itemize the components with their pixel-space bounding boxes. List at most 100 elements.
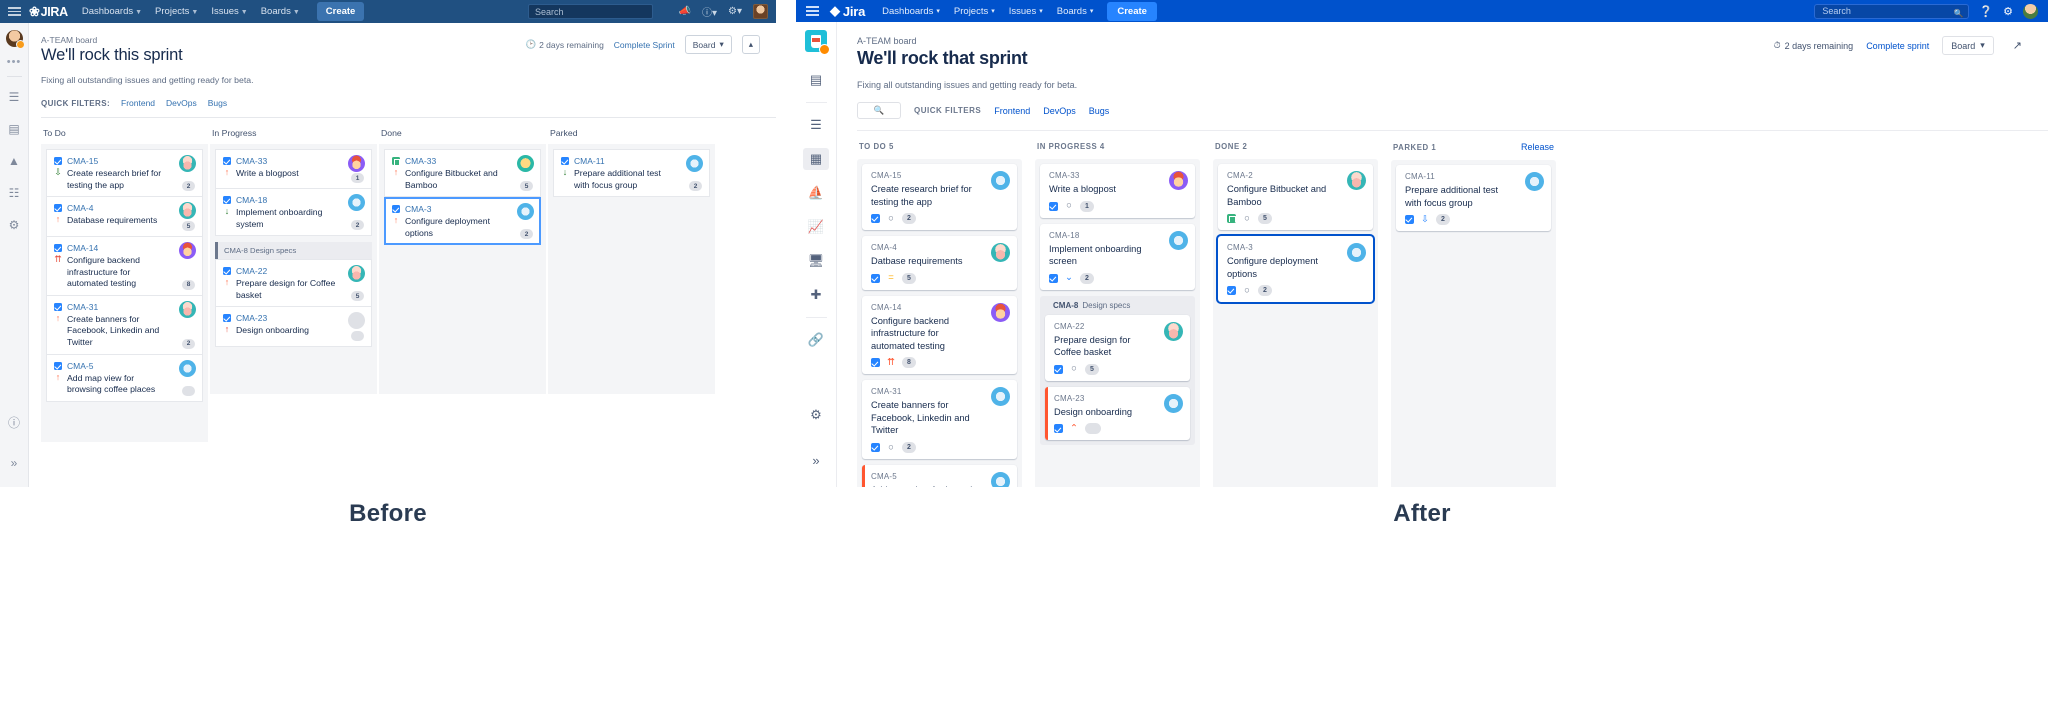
sidebar-item-pages[interactable]: 🖥 xyxy=(803,250,829,272)
issue-key[interactable]: CMA-18 xyxy=(223,195,364,205)
backlog-icon[interactable]: ☰ xyxy=(9,90,20,104)
column-body[interactable]: CMA-15 Create research brief for testing… xyxy=(857,159,1022,487)
help-icon[interactable]: ❔ xyxy=(1979,5,1993,18)
assignee-avatar[interactable] xyxy=(179,242,196,260)
complete-sprint-link[interactable]: Complete sprint xyxy=(1866,41,1929,51)
epic-header[interactable]: CMA-8 Design specs xyxy=(1045,295,1190,315)
sidebar-item-releases[interactable]: ⛵ xyxy=(803,182,829,204)
board-button[interactable]: Board ▾ xyxy=(684,35,732,54)
pages-icon[interactable]: ☷ xyxy=(9,186,20,200)
card-cma-22[interactable]: CMA-22 Prepare design for Coffee basket … xyxy=(1045,314,1190,381)
gear-icon[interactable]: ⚙▾ xyxy=(728,6,742,17)
expand-icon[interactable]: » xyxy=(803,450,829,471)
assignee-avatar[interactable] xyxy=(348,194,365,211)
card-cma-3[interactable]: CMA-3 ↑ Configure deployment options 2 xyxy=(384,197,541,246)
column-body[interactable]: CMA-11 Prepare additional test with focu… xyxy=(1391,160,1556,487)
issue-key[interactable]: CMA-22 xyxy=(223,266,364,276)
card-cma-22[interactable]: CMA-22 ↑ Prepare design for Coffee basket… xyxy=(215,259,372,308)
avatar[interactable] xyxy=(753,4,768,19)
card-cma-15[interactable]: CMA-15 ⇩ Create research brief for testin… xyxy=(46,149,203,198)
assignee-avatar[interactable] xyxy=(686,155,703,172)
column-body[interactable]: CMA-33 ↑ Write a blogpost 1 CMA-18 ↓ Imple… xyxy=(210,144,377,394)
issue-key[interactable]: CMA-23 xyxy=(223,313,364,323)
assignee-avatar[interactable] xyxy=(1169,171,1188,190)
nav-projects[interactable]: Projects ▾ xyxy=(954,6,995,17)
board-icon[interactable]: ▤ xyxy=(8,122,19,136)
nav-boards[interactable]: Boards ▼ xyxy=(261,6,300,17)
card-cma-14[interactable]: CMA-14 ⇈ Configure backend infrastructure… xyxy=(46,237,203,296)
jira-logo[interactable]: ◆ Jira xyxy=(830,3,865,19)
help-icon[interactable]: ⓘ▾ xyxy=(702,4,717,19)
issue-key[interactable]: CMA-14 xyxy=(54,243,195,253)
nav-dashboards[interactable]: Dashboards ▼ xyxy=(82,6,142,17)
issue-key[interactable]: CMA-3 xyxy=(392,204,533,214)
card-cma-11[interactable]: CMA-11 Prepare additional test with focu… xyxy=(1396,165,1551,232)
card-cma-33[interactable]: CMA-33 Write a blogpost ○ 1 xyxy=(1040,164,1195,218)
create-button[interactable]: Create xyxy=(316,2,365,21)
assignee-avatar[interactable] xyxy=(179,359,196,377)
assignee-avatar[interactable] xyxy=(1347,243,1366,263)
search-input[interactable]: Search 🔍 xyxy=(1814,3,1970,19)
nav-issues[interactable]: Issues ▾ xyxy=(1009,6,1043,17)
sidebar-item-add[interactable]: ✚ xyxy=(803,284,829,306)
gear-icon[interactable]: ⚙ xyxy=(2003,5,2013,18)
card-cma-18[interactable]: CMA-18 Implement onboarding screen ⌄ 2 xyxy=(1040,223,1195,290)
column-body[interactable]: CMA-33 ↑ Configure Bitbucket and Bamboo 5… xyxy=(379,144,546,394)
assignee-avatar[interactable] xyxy=(991,471,1010,487)
card-cma-23[interactable]: CMA-23 ↑ Design onboarding xyxy=(215,307,372,348)
assignee-avatar[interactable] xyxy=(517,155,534,172)
assignee-avatar[interactable] xyxy=(1347,171,1366,190)
column-body[interactable]: CMA-11 ↓ Prepare additional test with foc… xyxy=(548,144,715,394)
column-body[interactable]: CMA-15 ⇩ Create research brief for testin… xyxy=(41,144,208,442)
quick-filter-devops[interactable]: DevOps xyxy=(1043,106,1076,116)
assignee-avatar[interactable] xyxy=(517,203,534,221)
collapse-button[interactable]: ▴ xyxy=(741,35,760,54)
card-cma-3[interactable]: CMA-3 Configure deployment options ○ 2 xyxy=(1218,236,1373,303)
card-cma-4[interactable]: CMA-4 ↑ Database requirements 5 xyxy=(46,197,203,238)
nav-dashboards[interactable]: Dashboards ▾ xyxy=(882,6,940,17)
assignee-avatar[interactable] xyxy=(179,155,196,172)
issue-key[interactable]: CMA-11 xyxy=(561,156,702,166)
sidebar-item-reports[interactable]: 📈 xyxy=(803,216,829,238)
assignee-avatar[interactable] xyxy=(1525,172,1544,191)
card-cma-31[interactable]: CMA-31 ↑ Create banners for Facebook, Lin… xyxy=(46,295,203,355)
expand-icon[interactable]: » xyxy=(11,456,18,470)
nav-projects[interactable]: Projects ▼ xyxy=(155,6,198,17)
card-cma-5[interactable]: CMA-5 Add map view for browsing coffee p… xyxy=(862,464,1017,487)
card-cma-31[interactable]: CMA-31 Create banners for Facebook, Link… xyxy=(862,380,1017,459)
complete-sprint-link[interactable]: Complete Sprint xyxy=(614,40,675,50)
settings-icon[interactable]: ⚙ xyxy=(9,218,20,232)
quick-filter-bugs[interactable]: Bugs xyxy=(1089,106,1110,116)
card-cma-15[interactable]: CMA-15 Create research brief for testing… xyxy=(862,164,1017,231)
assignee-avatar[interactable] xyxy=(348,265,365,283)
assignee-avatar[interactable] xyxy=(1169,230,1188,250)
card-cma-14[interactable]: CMA-14 Configure backend infrastructure … xyxy=(862,295,1017,375)
issue-key[interactable]: CMA-5 xyxy=(54,361,195,371)
assignee-avatar[interactable] xyxy=(179,202,196,220)
card-cma-33-done[interactable]: CMA-33 ↑ Configure Bitbucket and Bamboo 5 xyxy=(384,149,541,198)
card-cma-2[interactable]: CMA-2 Configure Bitbucket and Bamboo ○ 5 xyxy=(1218,164,1373,231)
megaphone-icon[interactable]: 📣 xyxy=(679,6,691,17)
card-cma-23[interactable]: CMA-23 Design onboarding ⌃ xyxy=(1045,386,1190,441)
assignee-avatar[interactable] xyxy=(991,302,1010,322)
nav-boards[interactable]: Boards ▾ xyxy=(1057,6,1094,17)
column-body[interactable]: CMA-33 Write a blogpost ○ 1 CMA-18 Imple… xyxy=(1035,159,1200,487)
sidebar-item-roadmap[interactable]: ☰ xyxy=(803,114,829,136)
assignee-avatar[interactable] xyxy=(179,300,196,318)
assignee-avatar[interactable] xyxy=(348,155,365,172)
card-cma-4[interactable]: CMA-4 Datbase requirements = 5 xyxy=(862,236,1017,290)
quick-filter-devops[interactable]: DevOps xyxy=(166,98,197,108)
assignee-avatar[interactable] xyxy=(1164,393,1183,413)
fullscreen-button[interactable]: ↗ xyxy=(2007,36,2028,55)
help-icon[interactable]: ⓘ xyxy=(8,414,20,431)
assignee-avatar[interactable] xyxy=(1164,321,1183,341)
search-input[interactable]: Search xyxy=(528,4,653,19)
sidebar-item-board[interactable]: ▦ xyxy=(803,148,829,170)
settings-icon[interactable]: ⚙ xyxy=(803,404,829,426)
issue-key[interactable]: CMA-4 xyxy=(54,203,195,213)
project-avatar[interactable] xyxy=(805,30,830,55)
menu-icon[interactable] xyxy=(806,6,819,16)
sidebar-item-links[interactable]: 🔗 xyxy=(803,329,829,351)
sidebar-more-icon[interactable]: ••• xyxy=(7,56,22,68)
issue-key[interactable]: CMA-33 xyxy=(223,156,364,166)
